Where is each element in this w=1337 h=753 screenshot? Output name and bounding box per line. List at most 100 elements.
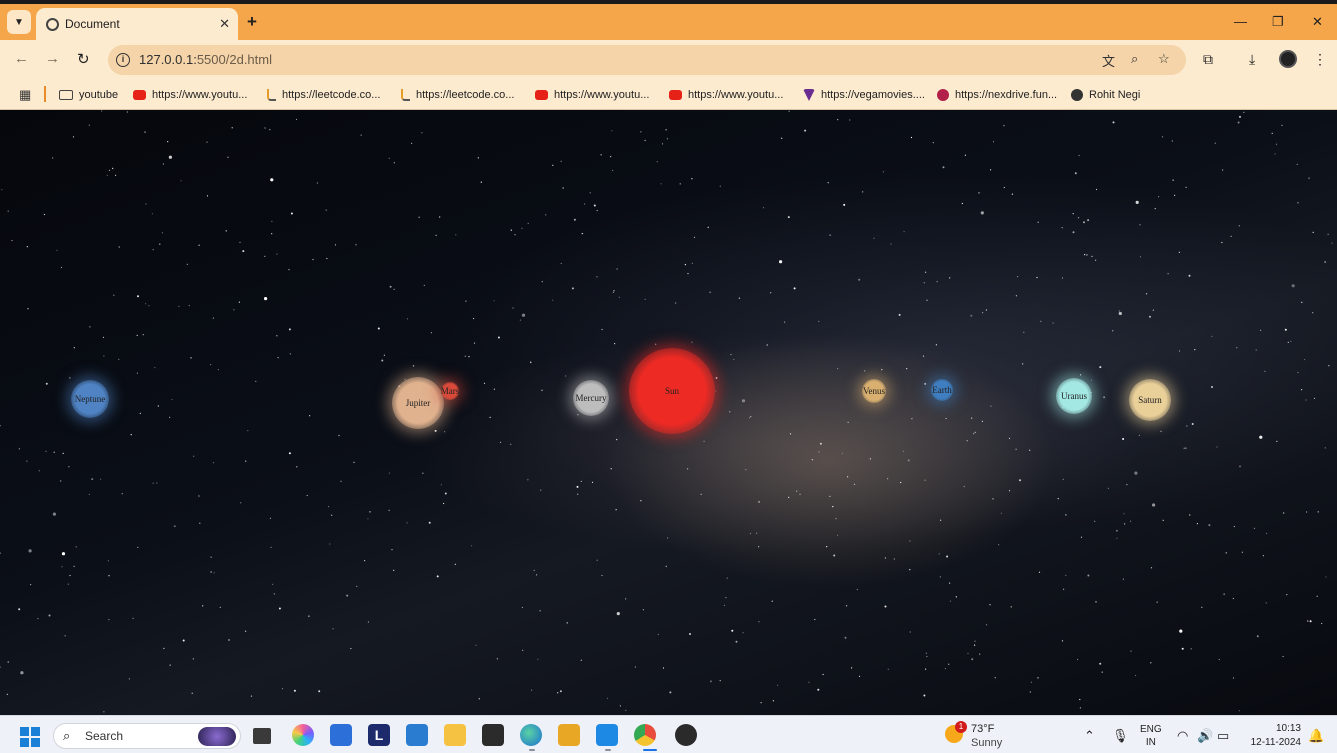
running-indicator <box>529 749 535 751</box>
bookmark-item-5[interactable]: https://www.youtu... <box>669 86 783 104</box>
bookmark-label: https://nexdrive.fun... <box>955 89 1058 101</box>
tab-document[interactable]: Document ✕ <box>36 8 238 40</box>
task-view-icon[interactable] <box>253 728 271 744</box>
bookmark-item-8[interactable]: Rohit Negi <box>1071 86 1140 104</box>
notes-app-icon[interactable] <box>558 724 580 746</box>
tab-search-button[interactable]: ▼ <box>7 10 31 34</box>
taskbar-search[interactable]: ⌕ Search <box>53 723 241 749</box>
bookmark-item-6[interactable]: https://vegamovies.... <box>803 86 925 104</box>
microsoft-store-icon[interactable] <box>330 724 352 746</box>
vscode-icon[interactable] <box>596 724 618 746</box>
address-bar[interactable]: i 127.0.0.1:5500/2d.html 文 ⌕ ☆ <box>108 45 1186 75</box>
chevron-up-icon[interactable]: ⌃ <box>1084 728 1095 744</box>
copilot-icon[interactable] <box>292 724 314 746</box>
media-app-icon[interactable] <box>406 724 428 746</box>
url-host: 127.0.0.1: <box>139 52 197 67</box>
forward-button[interactable]: → <box>45 50 60 67</box>
url-text[interactable]: 127.0.0.1:5500/2d.html <box>139 52 272 67</box>
bookmark-item-1[interactable]: https://www.youtu... <box>133 86 247 104</box>
weather-badge: 1 <box>955 721 967 733</box>
file-explorer-icon[interactable] <box>444 724 466 746</box>
planet-uranus[interactable]: Uranus <box>1056 378 1092 414</box>
weather-condition[interactable]: Sunny <box>971 737 1002 749</box>
microphone-icon[interactable]: 🎙 <box>1112 728 1129 744</box>
volume-icon[interactable]: 🔊 <box>1197 728 1213 744</box>
terminal-icon[interactable] <box>482 724 504 746</box>
translate-icon[interactable]: 文 <box>1102 51 1115 70</box>
planet-mercury[interactable]: Mercury <box>573 380 609 416</box>
planet-earth[interactable]: Earth <box>931 379 953 401</box>
chrome-icon[interactable] <box>634 724 656 746</box>
planet-jupiter[interactable]: Jupiter <box>392 377 444 429</box>
search-highlight-image <box>198 727 236 746</box>
site-info-icon[interactable]: i <box>116 53 130 67</box>
planet-venus[interactable]: Venus <box>862 379 886 403</box>
reload-button[interactable]: ↻ <box>77 50 90 68</box>
bookmark-item-0[interactable]: youtube <box>59 86 118 104</box>
planet-mars[interactable]: Mars <box>441 382 459 400</box>
bookmark-item-2[interactable]: https://leetcode.co... <box>267 86 380 104</box>
planet-label: Jupiter <box>405 398 431 408</box>
globe-icon <box>1071 89 1083 101</box>
bookmark-label: Rohit Negi <box>1089 89 1141 101</box>
bookmark-label: https://leetcode.co... <box>282 89 381 101</box>
bookmark-item-7[interactable]: https://nexdrive.fun... <box>937 86 1057 104</box>
edge-icon[interactable] <box>520 724 542 746</box>
menu-icon[interactable]: ⋮ <box>1313 51 1327 68</box>
bookmark-item-3[interactable]: https://leetcode.co... <box>401 86 514 104</box>
download-icon[interactable]: ⤓ <box>1249 51 1255 68</box>
davinci-resolve-icon[interactable] <box>675 724 697 746</box>
youtube-icon <box>535 90 548 100</box>
bookmark-label: https://vegamovies.... <box>821 89 925 101</box>
bookmark-label: https://www.youtu... <box>688 89 784 101</box>
active-indicator <box>643 749 657 751</box>
extensions-icon[interactable]: ⧉ <box>1203 51 1213 68</box>
restore-button[interactable]: ❐ <box>1272 14 1284 30</box>
planet-label: Mars <box>440 386 460 396</box>
sun[interactable]: Sun <box>629 348 715 434</box>
apps-grid-icon[interactable]: ▦ <box>19 87 31 103</box>
leetcode-icon <box>401 89 410 101</box>
bookmark-star-icon[interactable]: ☆ <box>1158 51 1170 67</box>
planet-label: Mercury <box>575 393 607 403</box>
tab-strip: ▼ Document ✕ + — ❐ ✕ <box>0 4 1337 40</box>
l-app-icon[interactable]: L <box>368 724 390 746</box>
minimize-button[interactable]: — <box>1234 14 1247 29</box>
youtube-icon <box>669 90 682 100</box>
url-path: 5500/2d.html <box>196 52 272 67</box>
taskbar: ⌕ Search L 1 73°F Sunny ⌃ 🎙 ENG IN ◠ 🔊 ▭ <box>0 715 1337 753</box>
battery-icon[interactable]: ▭ <box>1217 728 1229 744</box>
search-icon: ⌕ <box>63 728 71 743</box>
lang-code: ENG <box>1140 724 1162 735</box>
profile-avatar[interactable] <box>1279 50 1297 68</box>
lang-region: IN <box>1145 737 1156 748</box>
bookmark-label: youtube <box>79 89 119 101</box>
planet-saturn[interactable]: Saturn <box>1129 379 1171 421</box>
back-button[interactable]: ← <box>14 50 29 67</box>
browser-toolbar: ← → ↻ i 127.0.0.1:5500/2d.html 文 ⌕ ☆ ⧉ ⤓… <box>0 40 1337 80</box>
weather-temp[interactable]: 73°F <box>971 723 994 735</box>
bookmark-item-4[interactable]: https://www.youtu... <box>535 86 649 104</box>
leetcode-icon <box>267 89 276 101</box>
planet-neptune[interactable]: Neptune <box>71 380 109 418</box>
bookmark-label: https://www.youtu... <box>152 89 248 101</box>
youtube-icon <box>133 90 146 100</box>
clock[interactable]: 10:13 12-11-2024 <box>1245 722 1301 750</box>
running-indicator <box>605 749 611 751</box>
folder-icon <box>59 90 73 100</box>
bookmark-label: https://leetcode.co... <box>416 89 515 101</box>
close-icon[interactable]: ✕ <box>219 16 230 32</box>
zoom-icon[interactable]: ⌕ <box>1131 51 1138 67</box>
window-close-button[interactable]: ✕ <box>1312 14 1323 30</box>
vegamovies-icon <box>803 89 815 101</box>
new-tab-button[interactable]: + <box>247 12 257 32</box>
planet-label: Earth <box>932 385 952 395</box>
notification-bell-icon[interactable]: 🔔 <box>1308 728 1324 744</box>
windows-start-button[interactable] <box>20 727 40 747</box>
tab-title: Document <box>65 17 120 31</box>
globe-icon <box>46 18 59 31</box>
language-indicator[interactable]: ENG IN <box>1140 723 1162 749</box>
planet-label: Uranus <box>1061 391 1087 401</box>
wifi-icon[interactable]: ◠ <box>1177 728 1188 744</box>
search-label: Search <box>85 729 124 743</box>
